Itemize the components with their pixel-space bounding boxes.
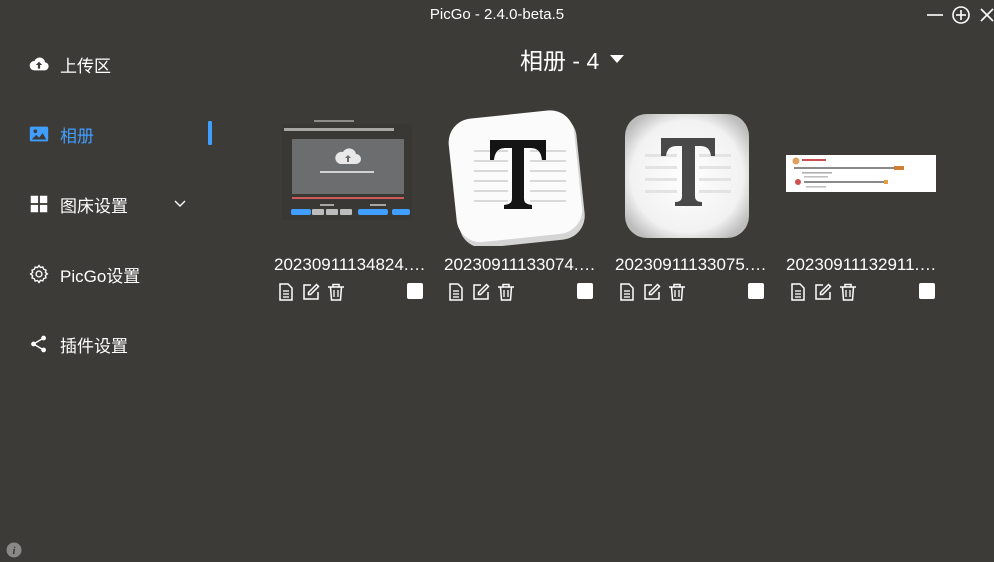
delete-icon[interactable] — [326, 282, 346, 302]
file-info-icon[interactable] — [276, 282, 296, 302]
file-name: 20230911133074.png — [444, 255, 596, 274]
maximize-icon[interactable] — [950, 4, 972, 26]
gallery-item: 20230911133075.png — [615, 110, 770, 310]
sidebar-item-label: PicGo设置 — [60, 266, 141, 286]
image-icon — [28, 123, 50, 145]
thumbnail-picgo-screenshot[interactable] — [274, 110, 429, 246]
thumbnail-comment-screenshot[interactable] — [786, 110, 941, 246]
close-icon[interactable] — [976, 4, 994, 26]
active-indicator — [208, 121, 212, 145]
edit-icon[interactable] — [471, 282, 491, 302]
gallery-item: 20230911133074.png — [444, 110, 599, 310]
gallery-item: 20230911134824.png — [274, 110, 429, 310]
file-info-icon[interactable] — [788, 282, 808, 302]
select-checkbox[interactable] — [577, 283, 593, 299]
sidebar: 上传区 相册 图床设置 PicGo设置 插件设置 — [0, 30, 220, 562]
delete-icon[interactable] — [667, 282, 687, 302]
sidebar-item-upload[interactable]: 上传区 — [28, 49, 218, 79]
select-checkbox[interactable] — [407, 283, 423, 299]
sidebar-item-label: 相册 — [60, 126, 94, 146]
select-checkbox[interactable] — [748, 283, 764, 299]
minimize-icon[interactable] — [924, 4, 946, 26]
file-name: 20230911132911.png — [786, 255, 938, 274]
sidebar-item-gallery[interactable]: 相册 — [28, 119, 218, 149]
share-icon — [28, 333, 50, 355]
delete-icon[interactable] — [496, 282, 516, 302]
sidebar-item-label: 上传区 — [60, 56, 111, 76]
window-title: PicGo - 2.4.0-beta.5 — [429, 6, 565, 23]
select-checkbox[interactable] — [919, 283, 935, 299]
grid-icon — [28, 193, 50, 215]
file-info-icon[interactable] — [446, 282, 466, 302]
edit-icon[interactable] — [642, 282, 662, 302]
delete-icon[interactable] — [838, 282, 858, 302]
gallery-title: 相册 - 4 — [520, 48, 600, 74]
picgo-window: PicGo - 2.4.0-beta.5 上传区 相册 图床设置 PicGo设置… — [0, 0, 994, 562]
info-icon[interactable]: i — [6, 542, 22, 558]
file-info-icon[interactable] — [617, 282, 637, 302]
sidebar-item-label: 插件设置 — [60, 336, 128, 356]
gallery-item: 20230911132911.png — [786, 110, 941, 310]
file-name: 20230911133075.png — [615, 255, 767, 274]
caret-down-icon — [609, 53, 625, 65]
sidebar-item-picbed-settings[interactable]: 图床设置 — [28, 189, 218, 219]
sidebar-item-label: 图床设置 — [60, 196, 128, 216]
gear-icon — [28, 263, 50, 285]
gallery-title-dropdown[interactable]: 相册 - 4 — [520, 42, 720, 76]
sidebar-item-plugin-settings[interactable]: 插件设置 — [28, 329, 218, 359]
edit-icon[interactable] — [813, 282, 833, 302]
thumbnail-typora-icon-blurred[interactable] — [615, 110, 770, 246]
sidebar-item-picgo-settings[interactable]: PicGo设置 — [28, 259, 218, 289]
file-name: 20230911134824.png — [274, 255, 426, 274]
thumbnail-typora-icon[interactable] — [444, 110, 599, 246]
title-bar: PicGo - 2.4.0-beta.5 — [0, 0, 994, 30]
cloud-upload-icon — [28, 53, 50, 75]
chevron-down-icon — [172, 193, 188, 215]
edit-icon[interactable] — [301, 282, 321, 302]
